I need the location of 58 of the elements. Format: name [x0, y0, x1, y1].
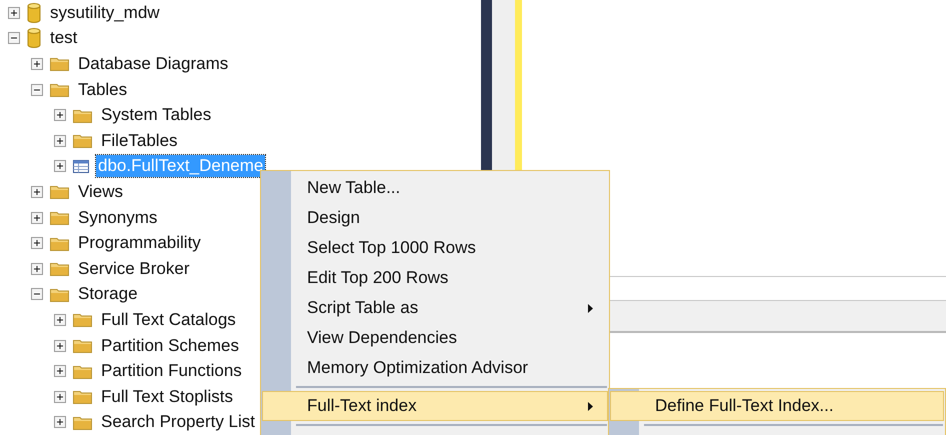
- folder-icon: [50, 210, 69, 226]
- expand-icon[interactable]: [54, 416, 66, 428]
- expand-icon[interactable]: [31, 262, 43, 275]
- collapse-icon[interactable]: [8, 32, 20, 44]
- tree-item[interactable]: Service Broker: [76, 258, 192, 280]
- expand-icon[interactable]: [54, 314, 66, 326]
- database-icon: [27, 2, 41, 23]
- folder-icon: [73, 133, 92, 148]
- expand-icon[interactable]: [54, 340, 66, 352]
- table-icon: [73, 160, 89, 173]
- expand-icon[interactable]: [54, 365, 66, 378]
- folder-icon: [73, 414, 92, 430]
- tree-item[interactable]: Full Text Catalogs: [99, 308, 238, 331]
- tree-item[interactable]: System Tables: [99, 104, 214, 126]
- tree-item[interactable]: Database Diagrams: [76, 52, 230, 75]
- folder-icon: [73, 338, 92, 354]
- tree-item[interactable]: Search Property List: [99, 411, 258, 434]
- folder-icon: [50, 261, 69, 276]
- expand-icon[interactable]: [54, 160, 66, 172]
- menu-item[interactable]: Edit Top 200 Rows: [262, 263, 608, 293]
- expand-icon[interactable]: [31, 237, 43, 250]
- database-icon: [27, 28, 41, 48]
- menu-item[interactable]: Define Full-Text Index...: [610, 391, 944, 421]
- folder-icon: [73, 364, 92, 379]
- collapse-icon[interactable]: [31, 288, 43, 300]
- folder-icon: [73, 108, 92, 123]
- menu-item[interactable]: Full-Text index: [262, 391, 608, 421]
- expand-icon[interactable]: [54, 109, 66, 122]
- tree-item[interactable]: test: [48, 27, 80, 50]
- tree-item[interactable]: Partition Functions: [99, 360, 244, 382]
- folder-icon: [50, 236, 69, 251]
- tree-item[interactable]: Tables: [76, 78, 130, 101]
- folder-icon: [50, 56, 69, 72]
- expand-icon[interactable]: [31, 186, 43, 198]
- expand-icon[interactable]: [31, 58, 43, 70]
- tree-item[interactable]: Programmability: [76, 232, 203, 254]
- folder-icon: [73, 389, 92, 404]
- expand-icon[interactable]: [54, 390, 66, 403]
- tree-item[interactable]: Views: [76, 180, 126, 203]
- tree-item[interactable]: Storage: [76, 283, 140, 306]
- expand-icon[interactable]: [31, 212, 43, 224]
- folder-icon: [50, 184, 69, 200]
- tree-item[interactable]: Synonyms: [76, 206, 160, 229]
- menu-item[interactable]: Script Table as: [262, 293, 608, 323]
- folder-icon: [50, 286, 69, 302]
- folder-icon: [50, 82, 69, 98]
- menu-item[interactable]: Memory Optimization Advisor: [262, 353, 608, 383]
- tree-item[interactable]: Full Text Stoplists: [99, 386, 235, 408]
- expand-icon[interactable]: [54, 134, 66, 147]
- menu-item[interactable]: Select Top 1000 Rows: [262, 233, 608, 263]
- tree-item[interactable]: sysutility_mdw: [48, 2, 162, 24]
- expand-icon[interactable]: [8, 6, 20, 19]
- collapse-icon[interactable]: [31, 84, 43, 96]
- tree-item[interactable]: FileTables: [99, 130, 180, 152]
- menu-item[interactable]: View Dependencies: [262, 323, 608, 353]
- folder-icon: [73, 312, 92, 328]
- tree-item[interactable]: Partition Schemes: [99, 334, 241, 357]
- menu-item[interactable]: Design: [262, 203, 608, 233]
